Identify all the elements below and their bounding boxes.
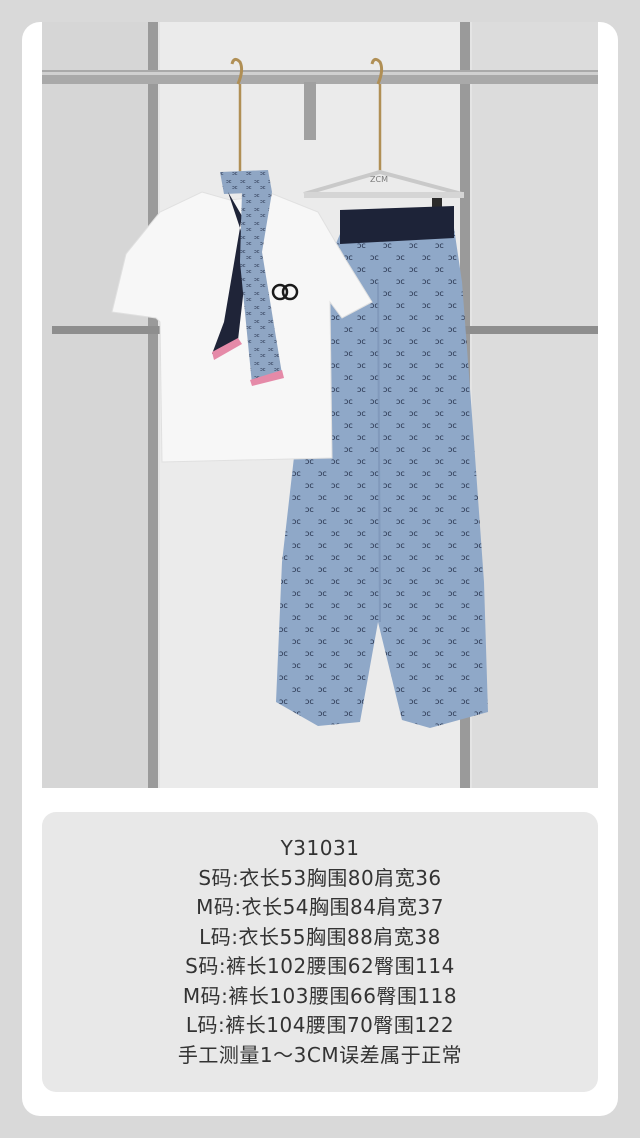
size-line-pants-l: L码:裤长104腰围70臀围122 — [185, 1013, 455, 1037]
size-line-top-l: L码:衣长55胸围88肩宽38 — [199, 924, 441, 949]
measurement-note: 手工测量1～3CM误差属于正常 — [177, 1042, 463, 1067]
product-photo: ↄc ↄc ↄc ↄc ZCM — [42, 22, 598, 788]
size-line-top-m: M码:衣长54胸围84肩宽37 — [196, 895, 444, 919]
size-line-top-s: S码:衣长53胸围80肩宽36 — [198, 865, 442, 890]
display-rail — [148, 22, 158, 788]
hanger-label: ZCM — [370, 175, 388, 184]
size-line-pants-s: S码:裤长102腰围62臀围114 — [185, 954, 455, 978]
product-code: Y31031 — [280, 836, 360, 860]
size-info-panel: Y31031 S码:衣长53胸围80肩宽36 M码:衣长54胸围84肩宽37 L… — [42, 812, 598, 1092]
size-line-pants-m: M码:裤长103腰围66臀围118 — [182, 983, 458, 1008]
